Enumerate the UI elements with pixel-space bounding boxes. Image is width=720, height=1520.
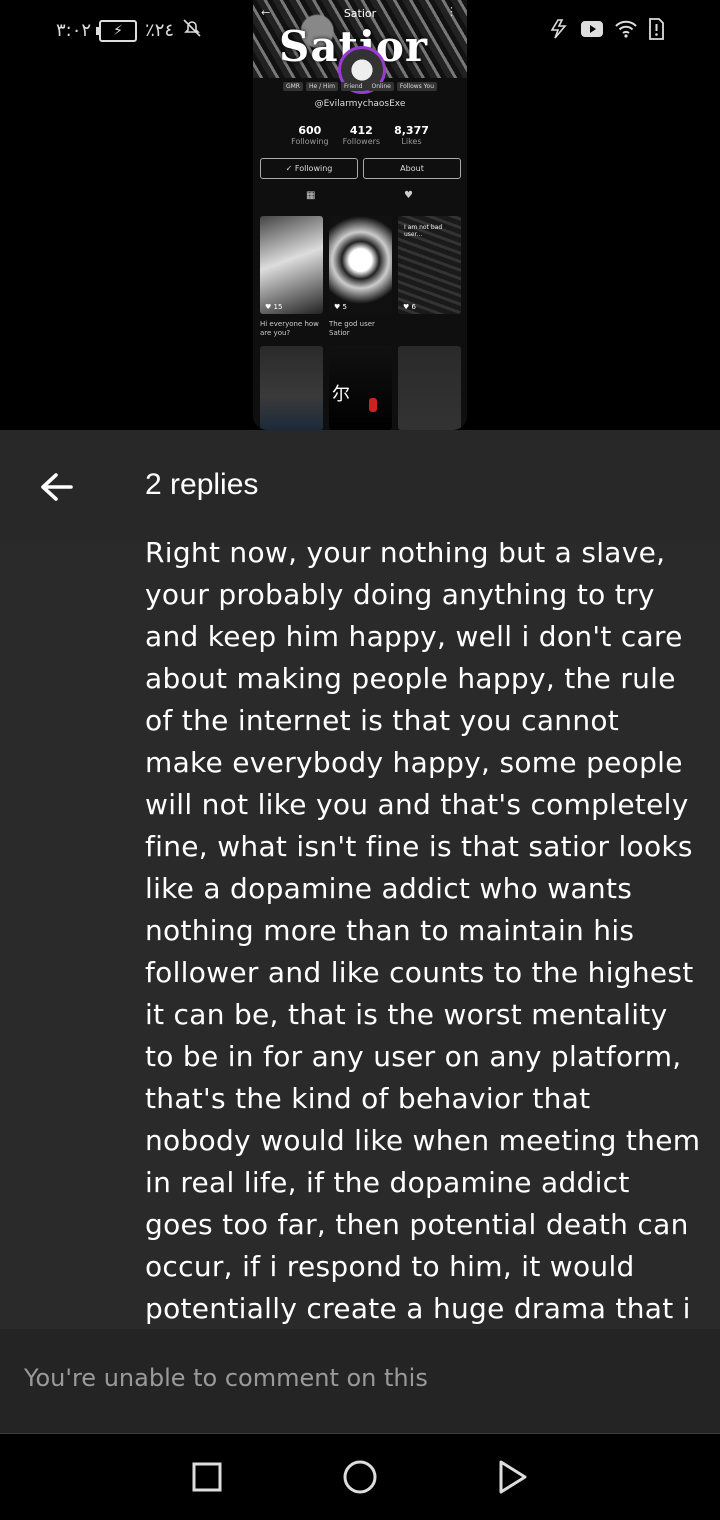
back-button[interactable] [36,467,76,507]
post-thumbnail [398,346,461,430]
badge: Friend [341,82,366,91]
alert-sim-icon [648,18,664,44]
stat-following: 600 Following [291,124,328,146]
page-title: 2 replies [145,468,259,501]
post-thumbnail: 尔 [329,346,392,430]
home-circle-icon [343,1460,377,1494]
post-caption: The god user Satior [329,320,375,337]
back-nav-button[interactable] [490,1455,534,1499]
preview-top-title: Satior [343,7,377,20]
red-mark [369,398,377,412]
status-time: ٣:٠٢ [56,20,92,41]
following-button: ✓ Following [260,158,358,179]
more-icon: ⋮ [446,5,457,18]
badge: He / Him [305,82,339,91]
post-thumbnail: I am not bad user... ♥ 6 [398,216,461,314]
battery-percent: ٪٢٤ [145,20,175,41]
profile-handle: @EvilarmychaosExe [314,99,406,109]
badge: Follows You [396,82,438,91]
stat-label: Following [291,137,329,146]
stat-value: 8,377 [394,124,429,137]
stat-label: Likes [401,137,422,146]
home-button[interactable] [338,1455,382,1499]
flash-icon [548,18,570,44]
post-glyph: 尔 [332,384,350,405]
stat-label: Followers [342,137,381,146]
like-count: ♥ 5 [334,303,347,311]
like-count: ♥ 15 [265,303,283,311]
attached-screenshot-preview[interactable]: ← Satior ⋮ Satior GMR He / Him Friend On… [253,0,467,430]
post-thumbnail: ♥ 15 [260,216,323,314]
heart-tab-icon: ♥ [404,190,413,201]
stat-likes: 8,377 Likes [394,124,429,146]
reply-content[interactable]: Right now, your nothing but a slave, you… [0,542,720,1329]
badge: Online [368,82,394,91]
post-thumbnail [260,346,323,430]
status-bar-left: ٣:٠٢ ⚡ ٪٢٤ [56,18,202,43]
replies-header [0,430,720,542]
like-count: ♥ 6 [403,303,416,311]
post-caption: Hi everyone how are you? [260,320,319,337]
charging-battery-icon: ⚡ [96,19,138,42]
stat-value: 412 [349,124,373,137]
post-overlay-text: I am not bad user... [404,224,443,238]
comment-disabled-message: You're unable to comment on this [24,1364,428,1392]
back-triangle-icon [499,1460,527,1494]
reply-text: Right now, your nothing but a slave, you… [145,542,701,1325]
post-thumbnail: ♥ 5 [329,216,392,314]
status-bar-right [548,18,664,44]
stat-value: 600 [298,124,322,137]
youtube-icon [580,20,604,42]
back-arrow-icon [41,473,73,501]
about-button: About [363,158,461,179]
grid-tab-icon: ▦ [306,190,316,201]
recents-button[interactable] [185,1455,229,1499]
profile-stats: 600 Following 412 Followers 8,377 Likes [253,124,467,146]
stat-followers: 412 Followers [343,124,380,146]
silent-bell-icon [182,18,202,43]
profile-badges: GMR He / Him Friend Online Follows You [253,82,467,91]
recents-square-icon [192,1462,222,1492]
badge: GMR [282,82,303,91]
wifi-icon [614,19,638,43]
